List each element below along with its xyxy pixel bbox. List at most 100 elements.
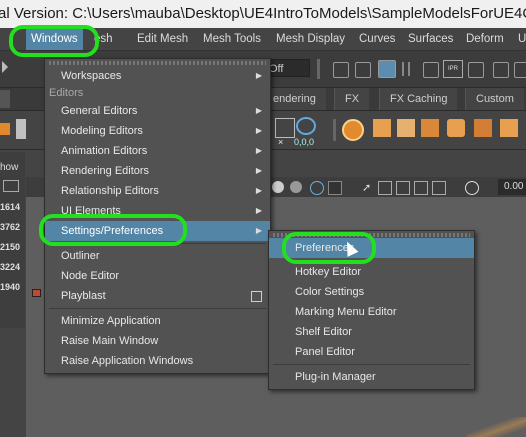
menu-tear-off[interactable] — [49, 61, 266, 65]
menu-item-raise-main-window[interactable]: Raise Main Window — [45, 331, 270, 351]
submenu-arrow-icon: ▶ — [255, 106, 262, 115]
menu-item-hotkey-editor[interactable]: Hotkey Editor — [269, 262, 474, 282]
stat-number: 1614 — [0, 202, 21, 212]
option-box-icon[interactable] — [251, 291, 262, 302]
shelf-divider — [333, 119, 336, 141]
mesh-icon[interactable] — [500, 119, 518, 137]
graph-icon[interactable] — [514, 62, 526, 78]
window-title: al Version: C:\Users\mauba\Desktop\UE4In… — [0, 5, 526, 22]
submenu-arrow-icon: ▶ — [255, 226, 262, 235]
grid-icon[interactable] — [432, 181, 446, 195]
menu-surfaces[interactable]: Surfaces — [408, 28, 453, 50]
menu-item-general-editors[interactable]: General Editors ▶ — [45, 101, 270, 121]
ipr-render-icon[interactable]: IPR — [443, 60, 463, 78]
menu-item-label: Hotkey Editor — [295, 266, 362, 278]
left-panel-label: how — [0, 162, 19, 173]
cube-icon[interactable] — [373, 119, 391, 137]
scene-object — [466, 417, 526, 437]
stat-number: 2150 — [0, 242, 21, 252]
menu-item-animation-editors[interactable]: Animation Editors ▶ — [45, 141, 270, 161]
cursor-icon[interactable]: ➚ — [362, 181, 371, 194]
menu-item-label: Relationship Editors — [61, 185, 159, 197]
menu-item-label: Raise Main Window — [61, 335, 159, 347]
menu-curves[interactable]: Curves — [359, 28, 395, 50]
menu-mesh-tools[interactable]: Mesh Tools — [203, 28, 261, 50]
menu-item-label: General Editors — [61, 105, 138, 117]
menu-item-raise-application-windows[interactable]: Raise Application Windows — [45, 351, 270, 371]
menu-item-marking-menu-editor[interactable]: Marking Menu Editor — [269, 302, 474, 322]
exposure-field[interactable]: 0.00 — [498, 179, 526, 195]
annotation-ring-settings — [39, 214, 187, 246]
snap-toggle-icon[interactable] — [333, 62, 349, 78]
submenu-arrow-icon: ▶ — [255, 146, 262, 155]
submenu-arrow-icon: ▶ — [255, 186, 262, 195]
cube-icon[interactable] — [397, 119, 415, 137]
shelf-tab-fx-caching[interactable]: FX Caching — [379, 88, 458, 110]
menu-item-shelf-editor[interactable]: Shelf Editor — [269, 322, 474, 342]
sphere-icon[interactable] — [342, 119, 364, 141]
shading-icon[interactable] — [272, 181, 284, 193]
cube-icon[interactable] — [421, 119, 439, 137]
frame-icon[interactable] — [396, 181, 410, 195]
menu-item-relationship-editors[interactable]: Relationship Editors ▶ — [45, 181, 270, 201]
annotation-ring-windows — [9, 25, 99, 57]
mesh-icon[interactable] — [474, 119, 492, 137]
menu-item-color-settings[interactable]: Color Settings — [269, 282, 474, 302]
hypershade-icon[interactable] — [493, 62, 509, 78]
section-label: Editors — [49, 87, 84, 99]
menu-item-minimize-application[interactable]: Minimize Application — [45, 311, 270, 331]
close-x-icon: × — [278, 137, 284, 147]
shelf-icon[interactable] — [275, 118, 295, 138]
menu-more[interactable]: U — [518, 28, 526, 50]
isolate-icon[interactable] — [328, 181, 342, 195]
shelf-icon[interactable] — [0, 123, 10, 135]
shelf-icon[interactable] — [16, 119, 26, 139]
menu-item-plug-in-manager[interactable]: Plug-in Manager — [269, 367, 474, 387]
submenu-arrow-icon: ▶ — [255, 166, 262, 175]
coords-label: 0,0,0 — [294, 137, 315, 147]
menu-item-panel-editor[interactable]: Panel Editor — [269, 342, 474, 362]
window-title-bar: al Version: C:\Users\mauba\Desktop\UE4In… — [0, 0, 526, 28]
stat-number: 3224 — [0, 262, 21, 272]
grip-icon — [402, 62, 410, 76]
exposure-icon[interactable] — [465, 181, 479, 195]
menu-item-label: Modeling Editors — [61, 125, 143, 137]
frame-all-icon[interactable] — [414, 181, 428, 195]
shelf-tab-edge — [0, 90, 10, 108]
menu-item-label: Color Settings — [295, 286, 365, 298]
menu-item-label: Marking Menu Editor — [295, 306, 397, 318]
menu-item-label: Raise Application Windows — [61, 355, 194, 367]
lighting-icon[interactable] — [290, 181, 302, 193]
menu-mesh-display[interactable]: Mesh Display — [276, 28, 345, 50]
menu-item-rendering-editors[interactable]: Rendering Editors ▶ — [45, 161, 270, 181]
render-view-icon[interactable] — [423, 62, 439, 78]
shelf-tab-fx[interactable]: FX — [334, 88, 370, 110]
menu-item-label: Shelf Editor — [295, 326, 352, 338]
camera-icon[interactable] — [468, 62, 484, 78]
menu-item-label: Node Editor — [61, 270, 120, 282]
menu-item-label: Outliner — [61, 250, 100, 262]
stat-number: 1940 — [0, 282, 21, 292]
select-icon[interactable] — [378, 181, 392, 195]
menu-item-node-editor[interactable]: Node Editor — [45, 266, 270, 286]
expand-arrow-icon[interactable] — [2, 61, 8, 73]
toolbar-divider — [317, 59, 320, 79]
menu-item-outliner[interactable]: Outliner — [45, 246, 270, 266]
snowflake-icon[interactable] — [296, 117, 316, 135]
annotation-ring-preferences — [282, 232, 376, 264]
menu-item-modeling-editors[interactable]: Modeling Editors ▶ — [45, 121, 270, 141]
menu-item-playblast[interactable]: Playblast — [45, 286, 270, 306]
menu-separator — [273, 364, 470, 365]
construction-history-icon[interactable] — [355, 62, 371, 78]
render-settings-icon[interactable] — [378, 60, 396, 78]
playblast-icon — [32, 289, 41, 297]
submenu-arrow-icon: ▶ — [255, 206, 262, 215]
mesh-icon[interactable] — [447, 119, 465, 137]
menu-item-label: Playblast — [61, 290, 106, 302]
menu-edit-mesh[interactable]: Edit Mesh — [137, 28, 188, 50]
menu-item-label: Minimize Application — [61, 315, 161, 327]
menu-deform[interactable]: Deform — [466, 28, 504, 50]
shelf-tab-custom[interactable]: Custom — [465, 88, 524, 110]
panel-icon[interactable] — [3, 180, 19, 192]
xray-icon[interactable] — [310, 181, 324, 195]
